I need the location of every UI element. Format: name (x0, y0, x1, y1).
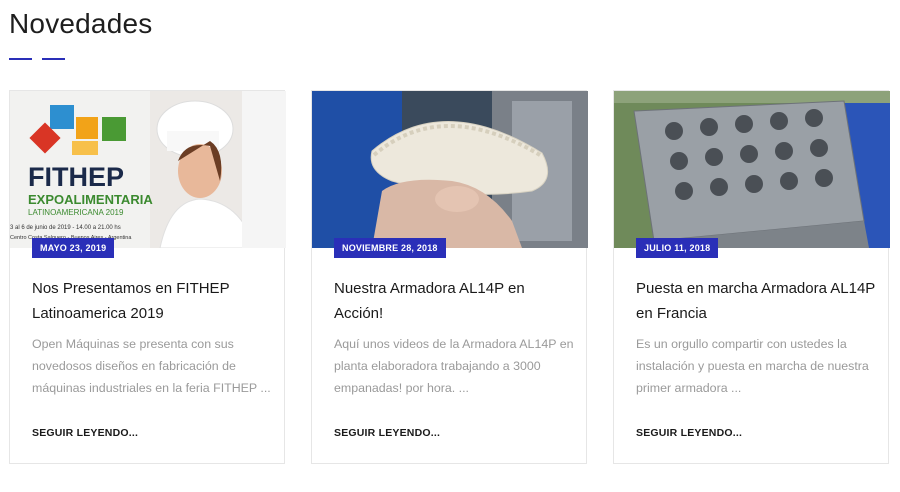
post-date-badge: MAYO 23, 2019 (32, 238, 115, 258)
post-date-badge: JULIO 11, 2018 (636, 238, 719, 258)
post-card[interactable]: FITHEP EXPOALIMENTARIA LATINOAMERICANA 2… (9, 90, 286, 464)
post-image-empanada[interactable] (312, 91, 588, 248)
post-card[interactable]: JULIO 11, 2018 Puesta en marcha Armadora… (613, 90, 890, 464)
fithep-event-info: 3 al 6 de junio de 2019 - 14.00 a 21.00 … (10, 225, 121, 231)
post-excerpt: Open Máquinas se presenta con sus novedo… (32, 337, 271, 395)
fithep-logo-sub: EXPOALIMENTARIA (28, 192, 153, 207)
post-image-machine[interactable] (614, 91, 890, 248)
fithep-logo-text: FITHEP (28, 162, 124, 192)
read-more-link[interactable]: SEGUIR LEYENDO... (636, 427, 742, 439)
read-more-link[interactable]: SEGUIR LEYENDO... (32, 427, 138, 439)
section-title: Novedades (9, 8, 153, 39)
post-title[interactable]: Nuestra Armadora AL14P en Acción! (334, 276, 574, 326)
post-title[interactable]: Nos Presentamos en FITHEP Latinoamerica … (32, 276, 272, 326)
post-image-fithep[interactable]: FITHEP EXPOALIMENTARIA LATINOAMERICANA 2… (10, 91, 286, 248)
title-underline (9, 58, 65, 60)
post-date-badge: NOVIEMBRE 28, 2018 (334, 238, 446, 258)
read-more-link[interactable]: SEGUIR LEYENDO... (334, 427, 440, 439)
post-title[interactable]: Puesta en marcha Armadora AL14P en Franc… (636, 276, 876, 326)
post-excerpt: Es un orgullo compartir con ustedes la i… (636, 337, 869, 395)
fithep-logo-sub2: LATINOAMERICANA 2019 (28, 208, 124, 217)
post-excerpt: Aquí unos videos de la Armadora AL14P en… (334, 337, 574, 395)
post-card[interactable]: NOVIEMBRE 28, 2018 Nuestra Armadora AL14… (311, 90, 588, 464)
